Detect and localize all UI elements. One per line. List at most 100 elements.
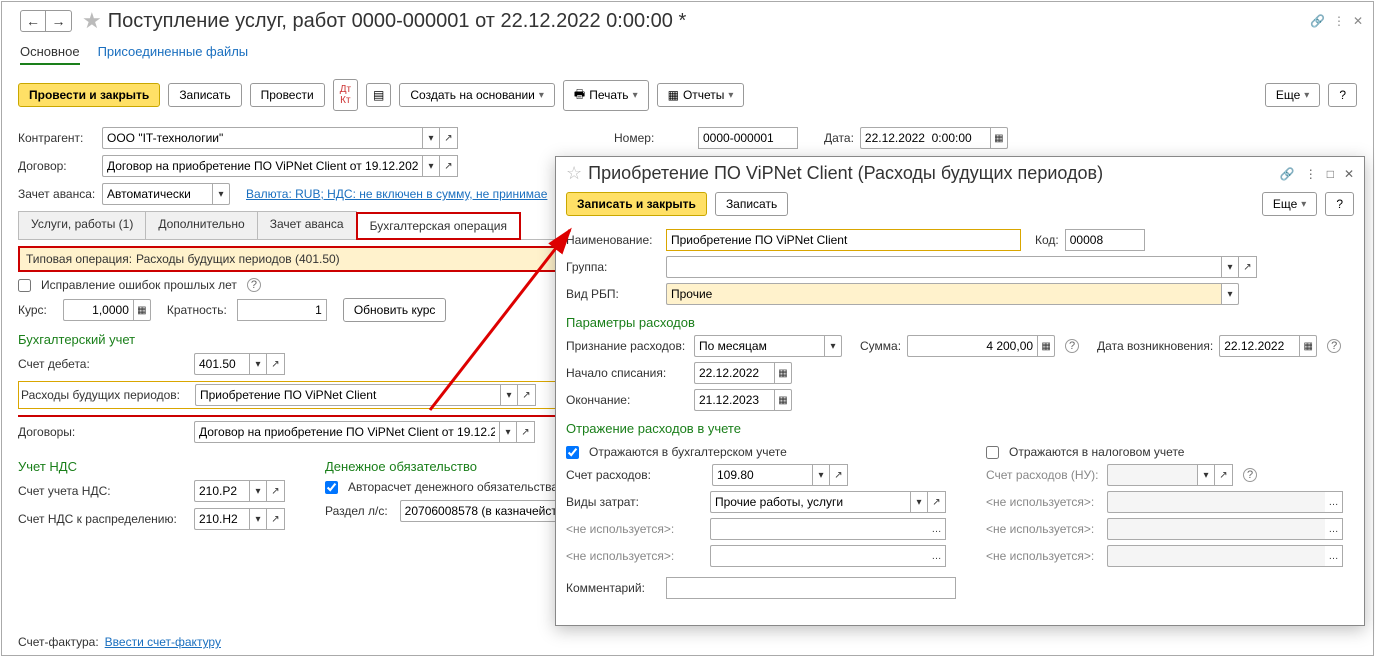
dropdown-icon[interactable]: ▾ — [1221, 283, 1239, 305]
refl-nu-checkbox[interactable] — [986, 446, 999, 459]
date-input[interactable] — [860, 127, 990, 149]
dropdown-icon[interactable]: ▾ — [422, 155, 440, 177]
dropdown-icon[interactable]: ▾ — [249, 508, 267, 530]
favorite-star-icon[interactable]: ★ — [82, 8, 102, 34]
open-icon[interactable]: ↗ — [830, 464, 848, 486]
section-input[interactable] — [400, 500, 570, 522]
open-icon[interactable]: ↗ — [267, 508, 285, 530]
exp-acc-input[interactable] — [712, 464, 812, 486]
sub-more-button[interactable]: Еще — [1262, 192, 1317, 216]
open-icon[interactable]: … — [928, 518, 946, 540]
help-icon[interactable]: ? — [1243, 468, 1257, 482]
currency-link[interactable]: Валюта: RUB; НДС: не включен в сумму, не… — [246, 187, 547, 201]
link-icon[interactable]: 🔗 — [1310, 14, 1325, 28]
dropdown-icon[interactable]: ▾ — [500, 384, 518, 406]
group-input[interactable] — [666, 256, 1221, 278]
help-icon[interactable]: ? — [1065, 339, 1079, 353]
open-icon[interactable]: ↗ — [267, 480, 285, 502]
close-icon[interactable]: ✕ — [1353, 14, 1363, 28]
nav-forward-button[interactable]: → — [46, 10, 72, 32]
sub-save-close-button[interactable]: Записать и закрыть — [566, 192, 707, 216]
vat-acc-input[interactable] — [194, 480, 249, 502]
end-input[interactable] — [694, 389, 774, 411]
post-close-button[interactable]: Провести и закрыть — [18, 83, 160, 107]
dropdown-icon[interactable]: ▾ — [812, 464, 830, 486]
open-icon[interactable]: ↗ — [517, 421, 535, 443]
refresh-rate-button[interactable]: Обновить курс — [343, 298, 447, 322]
advance-input[interactable] — [102, 183, 212, 205]
tab-accounting[interactable]: Бухгалтерская операция — [356, 212, 521, 240]
tab-services[interactable]: Услуги, работы (1) — [18, 211, 146, 239]
open-icon[interactable]: … — [1325, 518, 1343, 540]
open-icon[interactable]: ↗ — [1239, 256, 1257, 278]
reports-button[interactable]: ▦ Отчеты — [657, 83, 745, 107]
code-input[interactable] — [1065, 229, 1145, 251]
sub-link-icon[interactable]: 🔗 — [1280, 167, 1295, 181]
calc-icon[interactable]: ▦ — [1037, 335, 1055, 357]
open-icon[interactable]: ↗ — [928, 491, 946, 513]
rate-input[interactable] — [63, 299, 133, 321]
dropdown-icon[interactable]: ▾ — [910, 491, 928, 513]
rbp-input[interactable] — [195, 384, 500, 406]
sub-kebab-icon[interactable]: ⋮ — [1305, 167, 1317, 181]
post-button[interactable]: Провести — [250, 83, 325, 107]
help-icon[interactable]: ? — [247, 278, 261, 292]
dt-kt-icon[interactable]: ДтКт — [333, 79, 358, 111]
not-used-input[interactable] — [710, 518, 928, 540]
tab-additional[interactable]: Дополнительно — [145, 211, 257, 239]
contract-input[interactable] — [102, 155, 422, 177]
fix-errors-checkbox[interactable] — [18, 279, 31, 292]
debit-input[interactable] — [194, 353, 249, 375]
sub-help-button[interactable]: ? — [1325, 192, 1354, 216]
calendar-icon[interactable]: ▦ — [1299, 335, 1317, 357]
start-input[interactable] — [694, 362, 774, 384]
open-icon[interactable]: … — [1325, 491, 1343, 513]
mult-input[interactable] — [237, 299, 327, 321]
doc-icon[interactable]: ▤ — [366, 83, 391, 107]
invoice-link[interactable]: Ввести счет-фактуру — [105, 635, 221, 649]
dropdown-icon[interactable]: ▾ — [824, 335, 842, 357]
vat-dist-input[interactable] — [194, 508, 249, 530]
sum-input[interactable] — [907, 335, 1037, 357]
kebab-icon[interactable]: ⋮ — [1333, 14, 1345, 28]
dropdown-icon[interactable]: ▾ — [249, 480, 267, 502]
dropdown-icon[interactable]: ▾ — [249, 353, 267, 375]
open-icon[interactable]: ↗ — [518, 384, 536, 406]
tab-advance[interactable]: Зачет аванса — [257, 211, 357, 239]
dropdown-icon[interactable]: ▾ — [499, 421, 517, 443]
open-icon[interactable]: ↗ — [1215, 464, 1233, 486]
open-icon[interactable]: ↗ — [440, 155, 458, 177]
calendar-icon[interactable]: ▦ — [774, 389, 792, 411]
dropdown-icon[interactable]: ▾ — [1197, 464, 1215, 486]
calendar-icon[interactable]: ▦ — [774, 362, 792, 384]
nav-back-button[interactable]: ← — [20, 10, 46, 32]
print-button[interactable]: 🖶 Печать — [563, 80, 649, 111]
auto-money-checkbox[interactable] — [325, 481, 338, 494]
refl-bu-checkbox[interactable] — [566, 446, 579, 459]
calc-icon[interactable]: ▦ — [133, 299, 151, 321]
sub-star-icon[interactable]: ☆ — [566, 163, 582, 184]
dropdown-icon[interactable]: ▾ — [422, 127, 440, 149]
help-button[interactable]: ? — [1328, 83, 1357, 107]
dropdown-icon[interactable]: ▾ — [1221, 256, 1239, 278]
number-input[interactable] — [698, 127, 798, 149]
sub-write-button[interactable]: Записать — [715, 192, 788, 216]
create-based-button[interactable]: Создать на основании — [399, 83, 555, 107]
counterparty-input[interactable] — [102, 127, 422, 149]
occur-input[interactable] — [1219, 335, 1299, 357]
open-icon[interactable]: … — [928, 545, 946, 567]
write-button[interactable]: Записать — [168, 83, 241, 107]
open-icon[interactable]: ↗ — [267, 353, 285, 375]
sub-close-icon[interactable]: ✕ — [1344, 167, 1354, 181]
calendar-icon[interactable]: ▦ — [990, 127, 1008, 149]
dropdown-icon[interactable]: ▾ — [212, 183, 230, 205]
sub-maximize-icon[interactable]: □ — [1327, 167, 1334, 181]
help-icon[interactable]: ? — [1327, 339, 1341, 353]
type-input[interactable] — [666, 283, 1221, 305]
recog-input[interactable] — [694, 335, 824, 357]
comment-input[interactable] — [666, 577, 956, 599]
section-main[interactable]: Основное — [20, 44, 80, 65]
contracts-input[interactable] — [194, 421, 499, 443]
cost-types-input[interactable] — [710, 491, 910, 513]
open-icon[interactable]: ↗ — [440, 127, 458, 149]
